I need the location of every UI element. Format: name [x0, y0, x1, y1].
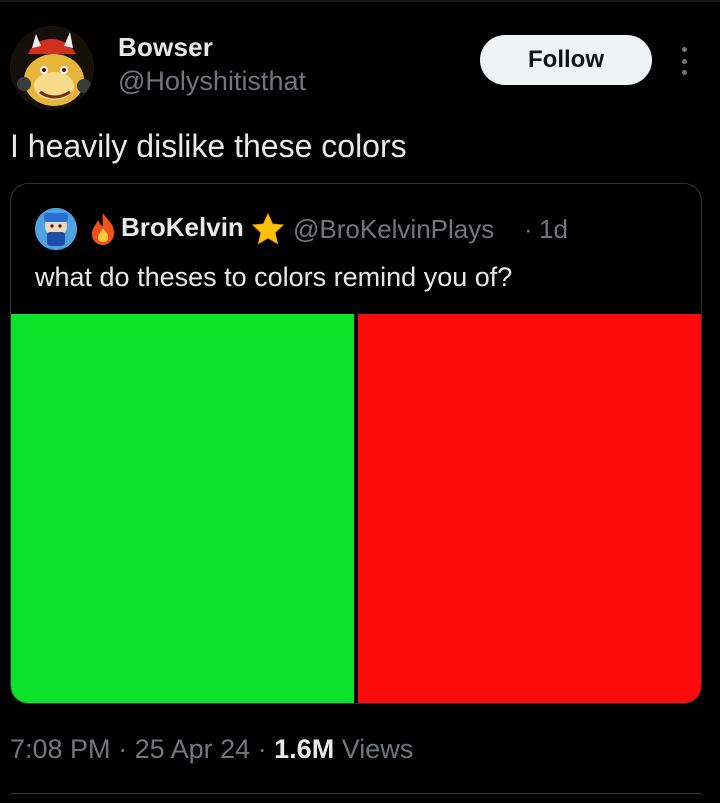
meta-separator: ·	[250, 734, 275, 764]
follow-button[interactable]: Follow	[480, 35, 652, 85]
post-date[interactable]: 25 Apr 24	[135, 734, 251, 764]
quote-author-avatar[interactable]	[35, 208, 77, 250]
red-swatch	[358, 314, 701, 703]
quote-separator: ·	[524, 214, 533, 244]
tweet-meta: 7:08 PM · 25 Apr 24 · 1.6M Views	[10, 734, 413, 765]
quote-image[interactable]	[11, 314, 701, 703]
quote-author-handle[interactable]: @BroKelvinPlays	[293, 214, 494, 245]
quote-timestamp[interactable]: 1d	[539, 214, 568, 245]
quote-text: what do theses to colors remind you of?	[35, 262, 513, 292]
bottom-divider	[10, 793, 702, 794]
star-icon	[251, 212, 285, 245]
more-options-icon[interactable]	[672, 44, 696, 78]
views-count: 1.6M	[274, 734, 335, 764]
views-label: Views	[334, 734, 414, 764]
green-swatch	[11, 314, 354, 703]
fire-icon	[89, 212, 117, 246]
author-avatar[interactable]	[10, 26, 94, 110]
author-handle[interactable]: @Holyshitisthat	[118, 66, 306, 97]
author-name[interactable]: Bowser	[118, 32, 213, 63]
post-time[interactable]: 7:08 PM	[10, 734, 111, 764]
tweet-text: I heavily dislike these colors	[10, 128, 407, 164]
quote-author-name[interactable]: BroKelvin	[121, 212, 244, 243]
tweet-header: Bowser @Holyshitisthat Follow	[0, 0, 720, 120]
quoted-tweet[interactable]: BroKelvin @BroKelvinPlays · 1d what do t…	[10, 183, 702, 704]
meta-separator: ·	[110, 734, 135, 764]
